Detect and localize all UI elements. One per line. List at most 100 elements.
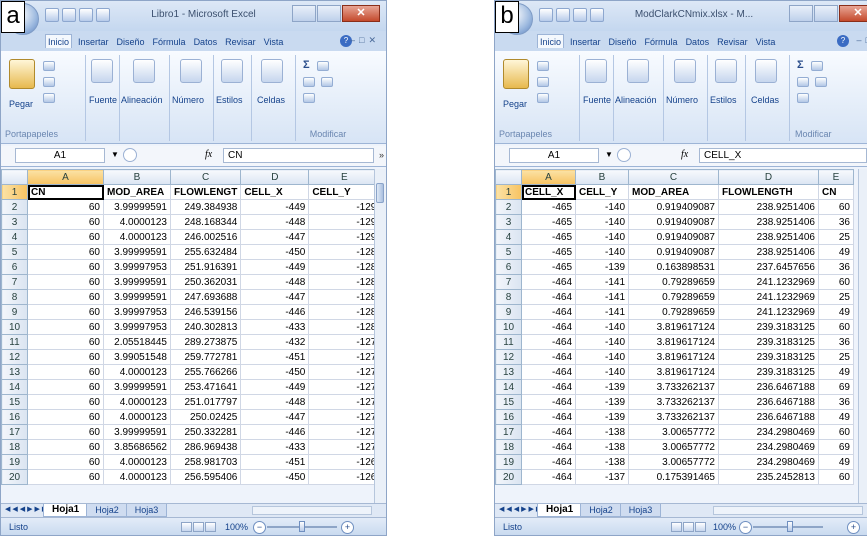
font-button-label[interactable]: Fuente xyxy=(89,95,117,105)
table-cell[interactable]: 60 xyxy=(27,454,104,470)
tab-datos[interactable]: Datos xyxy=(684,36,712,48)
table-cell[interactable]: -448 xyxy=(240,274,310,290)
zoom-in-icon[interactable]: + xyxy=(847,521,860,534)
table-cell[interactable]: -450 xyxy=(240,364,310,380)
column-header[interactable]: A xyxy=(521,169,576,185)
table-cell[interactable]: CN xyxy=(818,184,854,200)
table-cell[interactable]: 3.819617124 xyxy=(628,364,719,380)
table-cell[interactable]: 4.0000123 xyxy=(103,229,171,245)
table-cell[interactable]: -127 xyxy=(308,394,381,410)
table-cell[interactable]: 60 xyxy=(27,274,104,290)
table-cell[interactable]: 60 xyxy=(27,349,104,365)
table-cell[interactable]: -432 xyxy=(240,334,310,350)
table-cell[interactable]: 60 xyxy=(818,319,854,335)
table-cell[interactable]: 238.9251406 xyxy=(718,229,819,245)
help-icon[interactable]: ? xyxy=(837,35,849,47)
tab-inicio[interactable]: Inicio xyxy=(537,34,565,48)
table-cell[interactable]: 237.6457656 xyxy=(718,259,819,275)
table-cell[interactable]: 60 xyxy=(27,229,104,245)
column-header[interactable]: D xyxy=(240,169,310,185)
table-cell[interactable]: -137 xyxy=(575,469,629,485)
paste-icon[interactable] xyxy=(9,59,35,89)
row-header[interactable]: 17 xyxy=(495,424,522,440)
table-cell[interactable]: 60 xyxy=(27,394,104,410)
row-header[interactable]: 13 xyxy=(495,364,522,380)
close-button[interactable]: ✕ xyxy=(839,5,867,22)
row-header[interactable]: 2 xyxy=(495,199,522,215)
table-cell[interactable]: -129 xyxy=(308,229,381,245)
table-cell[interactable]: -465 xyxy=(521,259,576,275)
table-cell[interactable]: -139 xyxy=(575,259,629,275)
tab-insertar[interactable]: Insertar xyxy=(568,36,603,48)
sheet-tab-hoja3[interactable]: Hoja3 xyxy=(619,504,662,517)
table-cell[interactable]: 0.79289659 xyxy=(628,274,719,290)
table-cell[interactable]: 256.595406 xyxy=(169,469,242,485)
workbook-controls[interactable]: –□ xyxy=(857,35,867,45)
table-cell[interactable]: 25 xyxy=(818,289,854,305)
table-cell[interactable]: 3.99999591 xyxy=(103,379,171,395)
table-cell[interactable]: 3.733262137 xyxy=(628,409,719,425)
table-cell[interactable]: -128 xyxy=(308,259,381,275)
paste-button-label[interactable]: Pegar xyxy=(9,99,33,109)
table-cell[interactable]: -464 xyxy=(521,439,576,455)
row-header[interactable]: 12 xyxy=(495,349,522,365)
fill-icon[interactable] xyxy=(303,77,315,87)
tab-inicio[interactable]: Inicio xyxy=(45,34,73,48)
table-cell[interactable]: -464 xyxy=(521,364,576,380)
table-cell[interactable]: -127 xyxy=(308,349,381,365)
sheet-tab-hoja2[interactable]: Hoja2 xyxy=(580,504,622,517)
table-cell[interactable]: 60 xyxy=(27,424,104,440)
alignment-icon[interactable] xyxy=(133,59,155,83)
save-icon[interactable] xyxy=(45,8,59,22)
row-header[interactable]: 14 xyxy=(495,379,522,395)
table-cell[interactable]: -128 xyxy=(308,319,381,335)
tab-datos[interactable]: Datos xyxy=(192,36,220,48)
table-cell[interactable]: -126 xyxy=(308,469,381,485)
table-cell[interactable]: -464 xyxy=(521,424,576,440)
row-header[interactable]: 1 xyxy=(495,184,522,200)
name-box-dropdown-icon[interactable]: ▼ xyxy=(111,150,119,159)
zoom-in-icon[interactable]: + xyxy=(341,521,354,534)
table-cell[interactable]: -141 xyxy=(575,304,629,320)
table-cell[interactable]: 60 xyxy=(27,409,104,425)
table-cell[interactable]: 259.772781 xyxy=(169,349,242,365)
table-cell[interactable]: 60 xyxy=(27,469,104,485)
table-cell[interactable]: -464 xyxy=(521,454,576,470)
table-cell[interactable]: -140 xyxy=(575,244,629,260)
table-cell[interactable]: 0.175391465 xyxy=(628,469,719,485)
paste-icon[interactable] xyxy=(503,59,529,89)
insert-function-icon[interactable]: fx xyxy=(205,149,212,160)
row-header[interactable]: 18 xyxy=(495,439,522,455)
table-cell[interactable]: -129 xyxy=(308,199,381,215)
horizontal-scrollbar[interactable] xyxy=(713,506,863,515)
table-cell[interactable]: 3.99999591 xyxy=(103,244,171,260)
row-header[interactable]: 7 xyxy=(495,274,522,290)
zoom-out-icon[interactable]: − xyxy=(253,521,266,534)
table-cell[interactable]: -141 xyxy=(575,289,629,305)
horizontal-scrollbar[interactable] xyxy=(252,506,372,515)
scroll-thumb[interactable] xyxy=(376,183,384,203)
row-header[interactable]: 5 xyxy=(495,244,522,260)
table-cell[interactable]: 69 xyxy=(818,379,854,395)
table-cell[interactable]: -447 xyxy=(240,289,310,305)
table-cell[interactable]: 49 xyxy=(818,304,854,320)
table-cell[interactable]: 3.99999591 xyxy=(103,424,171,440)
table-cell[interactable]: 236.6467188 xyxy=(718,379,819,395)
table-cell[interactable]: -140 xyxy=(575,214,629,230)
zoom-slider-thumb[interactable] xyxy=(299,521,305,532)
tab-insertar[interactable]: Insertar xyxy=(76,36,111,48)
table-cell[interactable]: -449 xyxy=(240,379,310,395)
table-cell[interactable]: 3.99051548 xyxy=(103,349,171,365)
table-cell[interactable]: 253.471641 xyxy=(169,379,242,395)
row-header[interactable]: 4 xyxy=(1,229,28,245)
table-cell[interactable]: 234.2980469 xyxy=(718,424,819,440)
table-cell[interactable]: FLOWLENGTH xyxy=(718,184,819,200)
table-cell[interactable]: -140 xyxy=(575,364,629,380)
name-box-dropdown-icon[interactable]: ▼ xyxy=(605,150,613,159)
table-cell[interactable]: 238.9251406 xyxy=(718,214,819,230)
table-cell[interactable]: -449 xyxy=(240,259,310,275)
table-cell[interactable]: 3.733262137 xyxy=(628,379,719,395)
autosum-icon[interactable]: Σ xyxy=(303,59,310,71)
minimize-button[interactable] xyxy=(789,5,813,22)
format-painter-icon[interactable] xyxy=(537,93,549,103)
